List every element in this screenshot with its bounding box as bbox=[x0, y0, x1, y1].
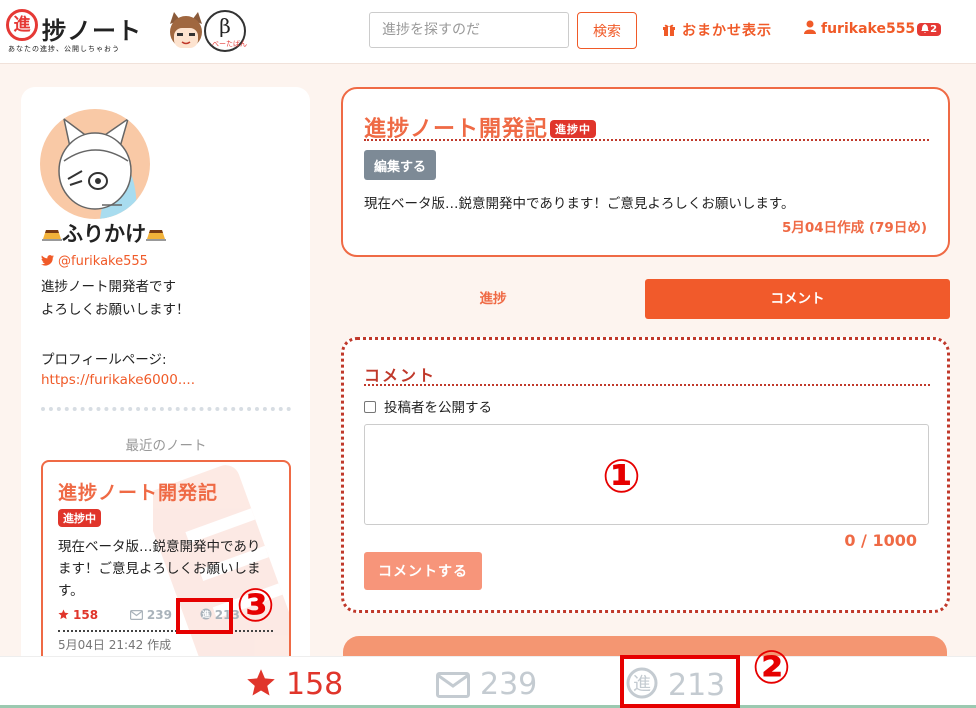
comment-textarea[interactable] bbox=[364, 424, 929, 525]
note-created-date: 5月04日作成 (79日め) bbox=[781, 220, 927, 236]
bell-icon bbox=[921, 23, 930, 33]
beta-badge: β べーたばん bbox=[204, 10, 247, 52]
star-icon bbox=[58, 609, 69, 620]
annotation-marker-1: ① bbox=[602, 449, 641, 503]
search-input[interactable] bbox=[369, 12, 569, 48]
logo-mark: 進 bbox=[6, 9, 38, 41]
gift-icon bbox=[663, 24, 675, 36]
bottom-comment-count: 239 bbox=[480, 667, 538, 702]
show-author-checkbox-row[interactable]: 投稿者を公開する bbox=[364, 396, 492, 416]
divider bbox=[364, 384, 930, 386]
avatar-illustration bbox=[58, 117, 137, 219]
logo-title: 捗ノート bbox=[42, 17, 142, 45]
recent-note-date: 5月04日 21:42 作成 bbox=[58, 638, 172, 652]
pudding-icon bbox=[42, 230, 62, 241]
twitter-icon bbox=[41, 255, 54, 266]
submit-comment-button[interactable]: コメントする bbox=[364, 552, 482, 590]
avatar[interactable] bbox=[40, 109, 150, 219]
comment-count[interactable]: 239 bbox=[129, 608, 172, 622]
bio-line: 進捗ノート開発者です bbox=[41, 279, 176, 295]
mascot-icon bbox=[170, 12, 202, 48]
comment-form: コメント 投稿者を公開する ① 0 / 1000 コメントする bbox=[341, 337, 950, 613]
show-author-label: 投稿者を公開する bbox=[384, 400, 492, 416]
random-display-link[interactable]: おまかせ表示 bbox=[662, 20, 772, 40]
beta-text: べーたばん bbox=[212, 40, 247, 48]
username: furikake555 bbox=[821, 21, 916, 37]
recent-notes-heading: 最近のノート bbox=[125, 438, 207, 454]
recent-note-title[interactable]: 進捗ノート開発記 bbox=[58, 478, 218, 505]
annotation-marker-2: ② bbox=[752, 640, 791, 694]
annotation-box-2 bbox=[620, 655, 740, 708]
user-menu[interactable]: furikake555 2 bbox=[804, 20, 942, 37]
beta-letter: β bbox=[219, 14, 231, 38]
comment-heading: コメント bbox=[364, 366, 437, 385]
search-button[interactable]: 検索 bbox=[577, 12, 637, 49]
bottom-star-button[interactable]: 158 bbox=[246, 667, 343, 702]
twitter-handle: @furikake555 bbox=[58, 254, 148, 269]
annotation-box-3 bbox=[176, 598, 233, 634]
star-count[interactable]: 158 bbox=[58, 608, 98, 622]
note-tabs: 進捗 コメント bbox=[341, 279, 950, 319]
divider bbox=[41, 407, 291, 411]
divider bbox=[364, 139, 929, 141]
random-display-label: おまかせ表示 bbox=[682, 23, 772, 39]
status-badge: 進捗中 bbox=[58, 509, 101, 527]
bottom-comment-button[interactable]: 239 bbox=[436, 667, 537, 702]
pudding-icon bbox=[146, 230, 166, 241]
edit-button[interactable]: 編集する bbox=[364, 150, 437, 180]
char-count: 0 / 1000 bbox=[844, 531, 917, 550]
user-icon bbox=[804, 20, 816, 34]
envelope-icon bbox=[129, 610, 143, 621]
profile-page-link[interactable]: https://furikake6000.... bbox=[41, 372, 195, 388]
show-author-checkbox[interactable] bbox=[364, 401, 376, 413]
notification-count: 2 bbox=[930, 23, 938, 35]
tab-comment[interactable]: コメント bbox=[645, 279, 950, 319]
envelope-icon bbox=[436, 672, 470, 698]
logo-subtitle: あなたの進捗、公開しちゃおう bbox=[8, 45, 120, 53]
bottom-star-count: 158 bbox=[286, 667, 344, 702]
bio-line: よろしくお願いします！ bbox=[41, 302, 190, 318]
status-badge: 進捗中 bbox=[550, 120, 597, 138]
profile-bio: 進捗ノート開発者です よろしくお願いします！ bbox=[41, 276, 190, 322]
twitter-link[interactable]: @furikake555 bbox=[41, 254, 148, 269]
note-header-card: 進捗ノート開発記 進捗中 編集する 現在ベータ版…鋭意開発中であります！ご意見よろ… bbox=[341, 87, 950, 257]
comment-count-value: 239 bbox=[146, 608, 172, 622]
note-description: 現在ベータ版…鋭意開発中であります！ご意見よろしくお願いします。 bbox=[364, 196, 795, 212]
profile-name: ふりかけ bbox=[42, 218, 166, 248]
tab-progress[interactable]: 進捗 bbox=[341, 279, 645, 319]
sticky-stats-bar: 158 239 進 213 bbox=[0, 656, 976, 708]
star-count-value: 158 bbox=[73, 608, 99, 622]
annotation-marker-3: ③ bbox=[236, 578, 275, 632]
site-header: 進 捗ノート あなたの進捗、公開しちゃおう β べーたばん 検索 おまかせ表示 … bbox=[0, 0, 976, 64]
site-logo[interactable]: 進 捗ノート あなたの進捗、公開しちゃおう bbox=[6, 7, 156, 53]
profile-page-label: プロフィールページ: bbox=[41, 352, 167, 368]
star-icon bbox=[247, 669, 275, 696]
notification-badge[interactable]: 2 bbox=[917, 22, 942, 36]
profile-name-text: ふりかけ bbox=[62, 222, 146, 246]
